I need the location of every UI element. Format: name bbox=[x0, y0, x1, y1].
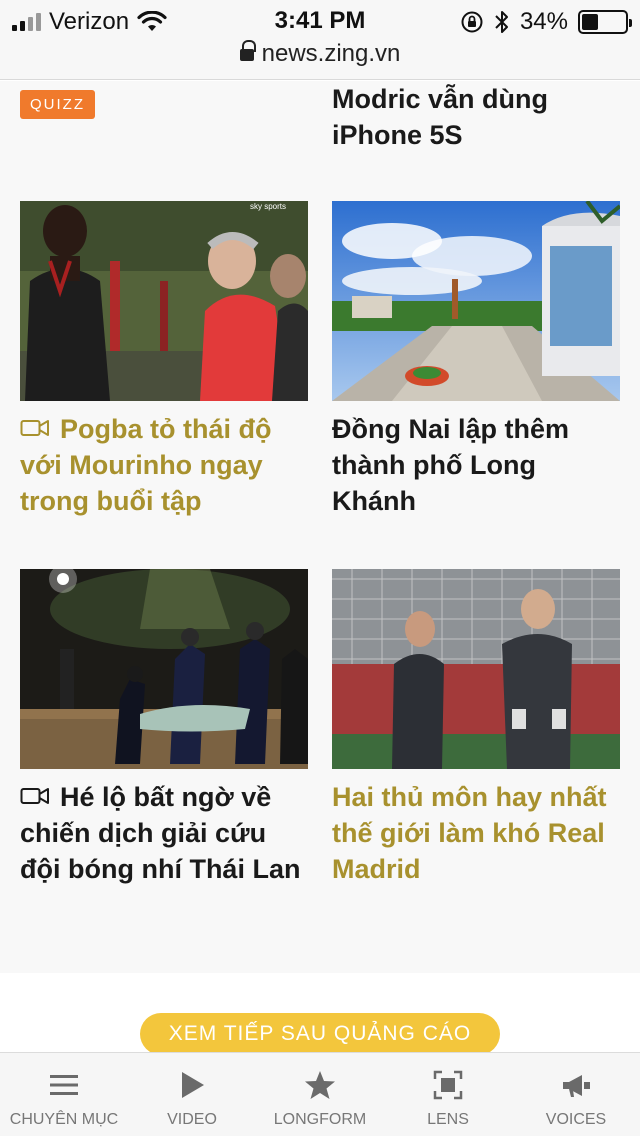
top-article-title[interactable]: Modric vẫn dùng iPhone 5S bbox=[332, 81, 632, 153]
article-card[interactable]: Hé lộ bất ngờ về chiến dịch giải cứu đội… bbox=[20, 569, 308, 887]
article-title[interactable]: Đồng Nai lập thêm thành phố Long Khánh bbox=[332, 411, 620, 519]
cave-rescue-photo bbox=[20, 569, 308, 769]
quizz-badge[interactable]: QUIZZ bbox=[20, 90, 95, 119]
megaphone-icon bbox=[563, 1075, 590, 1097]
battery-icon bbox=[578, 10, 632, 34]
url-bar[interactable]: news.zing.vn bbox=[0, 40, 640, 68]
nav-label: VIDEO bbox=[167, 1111, 217, 1128]
sky-sports-watermark: sky sports bbox=[250, 202, 286, 211]
article-title[interactable]: Hai thủ môn hay nhất thế giới làm khó Re… bbox=[332, 779, 620, 887]
video-camera-icon bbox=[20, 420, 49, 436]
nav-label: CHUYÊN MỤC bbox=[9, 1111, 119, 1128]
article-title-text: Pogba tỏ thái độ với Mourinho ngay trong… bbox=[20, 414, 272, 516]
battery-percent: 34% bbox=[519, 8, 568, 35]
battery-fill bbox=[582, 14, 598, 30]
nav-item-video[interactable]: VIDEO bbox=[128, 1053, 256, 1136]
bluetooth-icon bbox=[495, 11, 508, 33]
article-thumbnail[interactable]: sky sports bbox=[20, 201, 308, 401]
article-thumbnail[interactable] bbox=[20, 569, 308, 769]
nav-label: VOICES bbox=[545, 1111, 607, 1128]
nav-label: LONGFORM bbox=[273, 1111, 367, 1128]
star-icon bbox=[305, 1071, 335, 1099]
rotation-lock-icon bbox=[461, 11, 483, 33]
status-right: 34% bbox=[460, 8, 632, 36]
nav-label: LENS bbox=[427, 1111, 469, 1128]
article-feed: QUIZZ Modric vẫn dùng iPhone 5S sky spor… bbox=[0, 81, 640, 973]
article-card[interactable]: Hai thủ môn hay nhất thế giới làm khó Re… bbox=[332, 569, 620, 887]
video-camera-icon bbox=[20, 788, 49, 804]
url-text: news.zing.vn bbox=[261, 40, 401, 67]
article-title[interactable]: Hé lộ bất ngờ về chiến dịch giải cứu đội… bbox=[20, 779, 308, 887]
article-title[interactable]: Pogba tỏ thái độ với Mourinho ngay trong… bbox=[20, 411, 308, 519]
article-card[interactable]: Đồng Nai lập thêm thành phố Long Khánh bbox=[332, 201, 620, 519]
nav-item-longform[interactable]: LONGFORM bbox=[256, 1053, 384, 1136]
nav-item-chuyen-muc[interactable]: CHUYÊN MỤC bbox=[0, 1053, 128, 1136]
article-thumbnail[interactable] bbox=[332, 201, 620, 401]
article-card[interactable]: sky sports Pogba tỏ thái độ với Mourinho… bbox=[20, 201, 308, 519]
nav-item-voices[interactable]: VOICES bbox=[512, 1053, 640, 1136]
nav-item-lens[interactable]: LENS bbox=[384, 1053, 512, 1136]
play-icon bbox=[182, 1072, 204, 1098]
lock-icon bbox=[239, 40, 256, 62]
article-title-text: Hé lộ bất ngờ về chiến dịch giải cứu đội… bbox=[20, 782, 301, 884]
load-more-button[interactable]: XEM TIẾP SAU QUẢNG CÁO bbox=[140, 1013, 500, 1055]
status-bar: Verizon 3:41 PM 34% news.zing.vn bbox=[0, 0, 640, 80]
menu-icon bbox=[50, 1075, 78, 1095]
pogba-photo: sky sports bbox=[20, 201, 308, 401]
article-thumbnail[interactable] bbox=[332, 569, 620, 769]
bottom-nav: CHUYÊN MỤC VIDEO LONGFORM LENS VOICES bbox=[0, 1052, 640, 1136]
long-khanh-photo bbox=[332, 201, 620, 401]
goalkeepers-photo bbox=[332, 569, 620, 769]
lens-icon bbox=[433, 1070, 463, 1100]
